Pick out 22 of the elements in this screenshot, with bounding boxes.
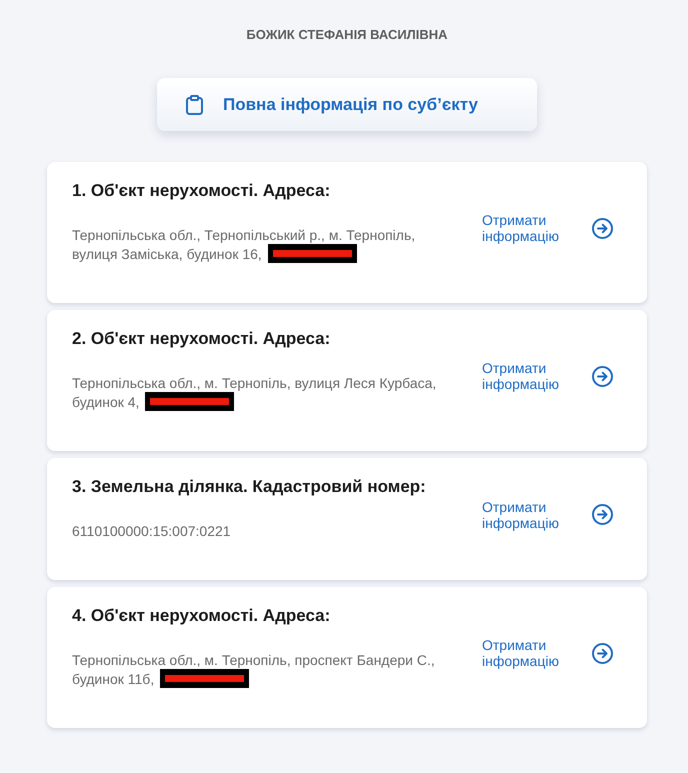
address-line: Тернопільська обл., м. Тернопіль, проспект Бандери С., bbox=[72, 651, 435, 669]
address-line: будинок 4, bbox=[72, 392, 140, 410]
object-title: 3. Земельна ділянка. Кадастровий номер: bbox=[72, 476, 426, 498]
address-line: будинок 11б, bbox=[72, 670, 154, 688]
object-title: 1. Об'єкт нерухомості. Адреса: bbox=[72, 180, 330, 202]
arrow-circle-icon bbox=[592, 366, 613, 386]
get-info-link[interactable]: Отримати інформацію bbox=[482, 360, 613, 392]
address-line: Тернопільська обл., м. Тернопіль, вулиця Леся Курбаса, bbox=[72, 374, 436, 392]
address-line: вулиця Заміська, будинок 16, bbox=[72, 244, 262, 262]
clipboard-icon bbox=[186, 94, 203, 114]
address-line: 6110100000:15:007:0221 bbox=[72, 522, 231, 540]
arrow-circle-icon bbox=[592, 504, 613, 525]
address-line: Тернопільська обл., Тернопільський р., м. Тернопіль, bbox=[72, 226, 416, 244]
arrow-circle-icon bbox=[592, 642, 613, 664]
get-info-link[interactable]: Отримати інформацію bbox=[482, 498, 613, 530]
object-title: 4. Об'єкт нерухомості. Адреса: bbox=[72, 605, 330, 627]
arrow-circle-icon bbox=[592, 218, 613, 238]
object-title: 2. Об'єкт нерухомості. Адреса: bbox=[72, 328, 330, 350]
subject-info-button[interactable]: Повна інформація по суб’єкту bbox=[157, 78, 537, 131]
subject-name: БОЖИК СТЕФАНІЯ ВАСИЛІВНА bbox=[246, 27, 448, 43]
get-info-link[interactable]: Отримати інформацію bbox=[482, 637, 613, 669]
get-info-link[interactable]: Отримати інформацію bbox=[482, 212, 613, 244]
